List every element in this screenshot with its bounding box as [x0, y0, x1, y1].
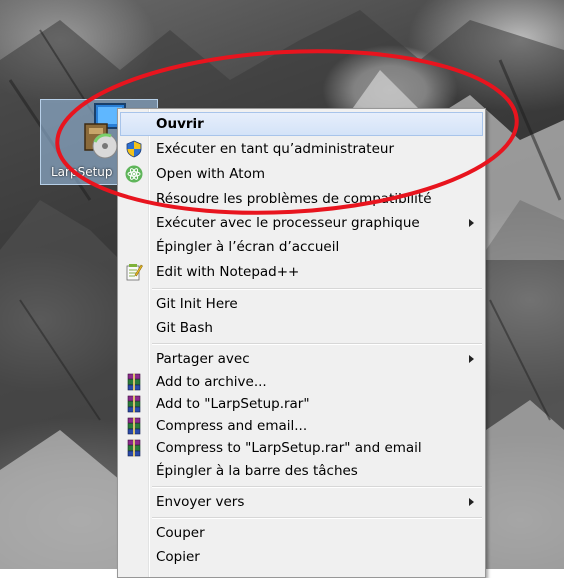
menu-item-send-to[interactable]: Envoyer vers — [120, 490, 483, 514]
submenu-arrow-icon — [469, 355, 474, 363]
context-menu: Ouvrir Exécuter en tant qu’administrateu… — [117, 108, 486, 578]
menu-item-label: Edit with Notepad++ — [156, 264, 300, 280]
menu-item-add-to-archive[interactable]: Add to archive... — [120, 370, 483, 394]
menu-item-git-init-here[interactable]: Git Init Here — [120, 292, 483, 316]
uac-shield-icon — [125, 140, 143, 158]
menu-item-label: Copier — [156, 549, 200, 565]
menu-item-compress-to-rar-and-email[interactable]: Compress to "LarpSetup.rar" and email — [120, 436, 483, 460]
menu-item-label: Exécuter en tant qu’administrateur — [156, 141, 395, 157]
atom-icon — [125, 165, 143, 183]
winrar-icon — [125, 373, 143, 391]
menu-separator — [152, 486, 482, 488]
menu-item-share-with[interactable]: Partager avec — [120, 347, 483, 371]
winrar-icon — [125, 395, 143, 413]
menu-item-git-bash[interactable]: Git Bash — [120, 316, 483, 340]
menu-item-label: Résoudre les problèmes de compatibilité — [156, 191, 432, 207]
menu-item-label: Épingler à la barre des tâches — [156, 463, 358, 479]
menu-separator — [152, 288, 482, 290]
notepad-plus-plus-icon — [125, 263, 143, 281]
desktop-icon-label: LarpSetup — [51, 165, 113, 179]
menu-item-label: Épingler à l’écran d’accueil — [156, 239, 340, 255]
menu-item-ouvrir[interactable]: Ouvrir — [120, 112, 483, 136]
menu-item-label: Git Bash — [156, 320, 213, 336]
menu-item-label: Exécuter avec le processeur graphique — [156, 215, 420, 231]
submenu-arrow-icon — [469, 498, 474, 506]
menu-item-label: Compress and email... — [156, 418, 308, 434]
menu-item-open-with-atom[interactable]: Open with Atom — [120, 162, 483, 186]
menu-item-label: Open with Atom — [156, 166, 265, 182]
winrar-icon — [125, 417, 143, 435]
menu-item-troubleshoot-compatibility[interactable]: Résoudre les problèmes de compatibilité — [120, 187, 483, 211]
menu-item-label: Partager avec — [156, 351, 250, 367]
menu-item-edit-with-notepad-plus-plus[interactable]: Edit with Notepad++ — [120, 260, 483, 284]
menu-separator — [152, 517, 482, 519]
menu-item-label: Ouvrir — [156, 116, 204, 132]
menu-item-label: Compress to "LarpSetup.rar" and email — [156, 440, 422, 456]
submenu-arrow-icon — [469, 219, 474, 227]
menu-separator — [152, 343, 482, 345]
menu-item-label: Add to archive... — [156, 374, 267, 390]
menu-item-compress-and-email[interactable]: Compress and email... — [120, 414, 483, 438]
menu-item-label: Git Init Here — [156, 296, 238, 312]
menu-item-label: Add to "LarpSetup.rar" — [156, 396, 310, 412]
menu-item-pin-to-taskbar[interactable]: Épingler à la barre des tâches — [120, 459, 483, 483]
menu-item-add-to-rar[interactable]: Add to "LarpSetup.rar" — [120, 392, 483, 416]
menu-item-cut[interactable]: Couper — [120, 521, 483, 545]
menu-item-copy[interactable]: Copier — [120, 545, 483, 569]
menu-item-pin-to-start[interactable]: Épingler à l’écran d’accueil — [120, 235, 483, 259]
winrar-icon — [125, 439, 143, 457]
menu-item-run-as-admin[interactable]: Exécuter en tant qu’administrateur — [120, 137, 483, 161]
menu-item-label: Envoyer vers — [156, 494, 245, 510]
menu-item-run-with-gpu[interactable]: Exécuter avec le processeur graphique — [120, 211, 483, 235]
menu-item-label: Couper — [156, 525, 205, 541]
